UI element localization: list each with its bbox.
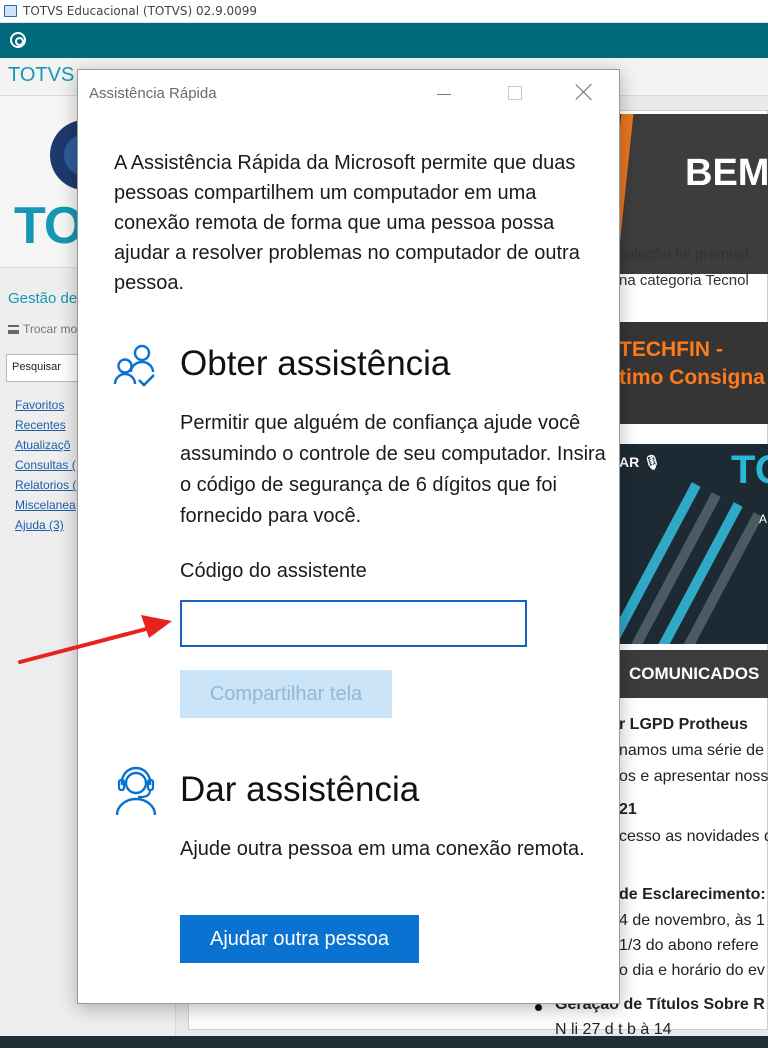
sidebar-item-ajuda[interactable]: Ajuda (3) [15,518,76,538]
hamburger-icon [8,325,19,334]
banner-decor-stroke [669,512,763,644]
welcome-banner-text: BEM [685,152,768,194]
news-line: cesso as novidades d [619,828,768,845]
sidebar-item-atualizacoes[interactable]: Atualizaçõ [15,438,76,458]
comunicados-header: COMUNICADOS [619,650,768,698]
users-check-icon [113,344,155,387]
switch-module-button[interactable]: Trocar mo [8,322,77,336]
share-screen-button[interactable]: Compartilhar tela [180,670,392,718]
news-line: o dia e horário do ev [619,962,765,979]
sidebar-menu: Favoritos Recentes Atualizaçõ Consultas … [15,398,76,538]
sidebar-item-miscelanea[interactable]: Miscelanea [15,498,76,518]
news-line[interactable]: de Esclarecimento: ( [619,886,768,904]
sidebar-item-favoritos[interactable]: Favoritos [15,398,76,418]
headset-icon [115,766,157,816]
techfin-banner[interactable]: TECHFIN - timo Consigna [619,322,768,424]
give-help-heading: Dar assistência [180,770,420,809]
dialog-title: Assistência Rápida [89,85,217,102]
maximize-icon [508,86,522,100]
sidebar-item-relatorios[interactable]: Relatorios ( [15,478,76,498]
intro-text: A Assistência Rápida da Microsoft permit… [114,152,580,294]
event-banner[interactable]: AR 🎙 TO A [619,444,768,644]
power-icon[interactable] [10,32,26,48]
banner-decor-stroke [619,482,701,644]
microphone-icon: 🎙 [643,454,661,470]
news-line[interactable]: r LGPD Protheus [619,716,748,734]
brand-header: TOTVS [8,64,75,86]
window-title-bar: TOTVS Educacional (TOTVS) 02.9.0099 [0,0,768,23]
get-help-heading: Obter assistência [180,344,451,383]
news-line[interactable]: 21 [619,801,637,819]
event-banner-tag-text: AR [619,454,640,470]
techfin-banner-line-2: timo Consigna [619,366,765,389]
taskbar [0,1036,768,1048]
assistant-code-input[interactable] [180,600,527,647]
quick-assist-dialog: Assistência Rápida A Assistência Rápida … [77,69,620,1004]
event-banner-title: TO [731,448,768,492]
app-window-icon [4,5,17,17]
app-toolbar [0,23,768,58]
module-title[interactable]: Gestão de [8,290,77,307]
get-help-description: Permitir que alguém de confiança ajude v… [180,412,606,527]
assistant-code-label: Código do assistente [180,560,367,582]
sidebar-item-recentes[interactable]: Recentes [15,418,76,438]
sidebar-item-consultas[interactable]: Consultas ( [15,458,76,478]
banner-caption-1: solução foi premiad [619,246,750,263]
minimize-icon[interactable] [437,94,451,95]
news-line: os e apresentar noss [619,768,768,785]
event-banner-tag: AR 🎙 [619,454,661,471]
news-line: 4 de novembro, às 1 [619,912,765,929]
news-line: 1/3 do abono refere [619,937,759,954]
window-title: TOTVS Educacional (TOTVS) 02.9.0099 [23,4,258,18]
switch-module-label: Trocar mo [23,322,78,336]
list-bullet [535,1004,542,1011]
banner-caption-2: na categoria Tecnol [619,272,749,289]
event-banner-subtitle: A [759,512,768,526]
give-help-description: Ajude outra pessoa em uma conexão remota… [180,838,585,860]
techfin-banner-line-1: TECHFIN - [619,338,723,361]
news-line: namos uma série de [619,742,764,759]
help-someone-button[interactable]: Ajudar outra pessoa [180,915,419,963]
close-icon[interactable] [575,83,593,101]
